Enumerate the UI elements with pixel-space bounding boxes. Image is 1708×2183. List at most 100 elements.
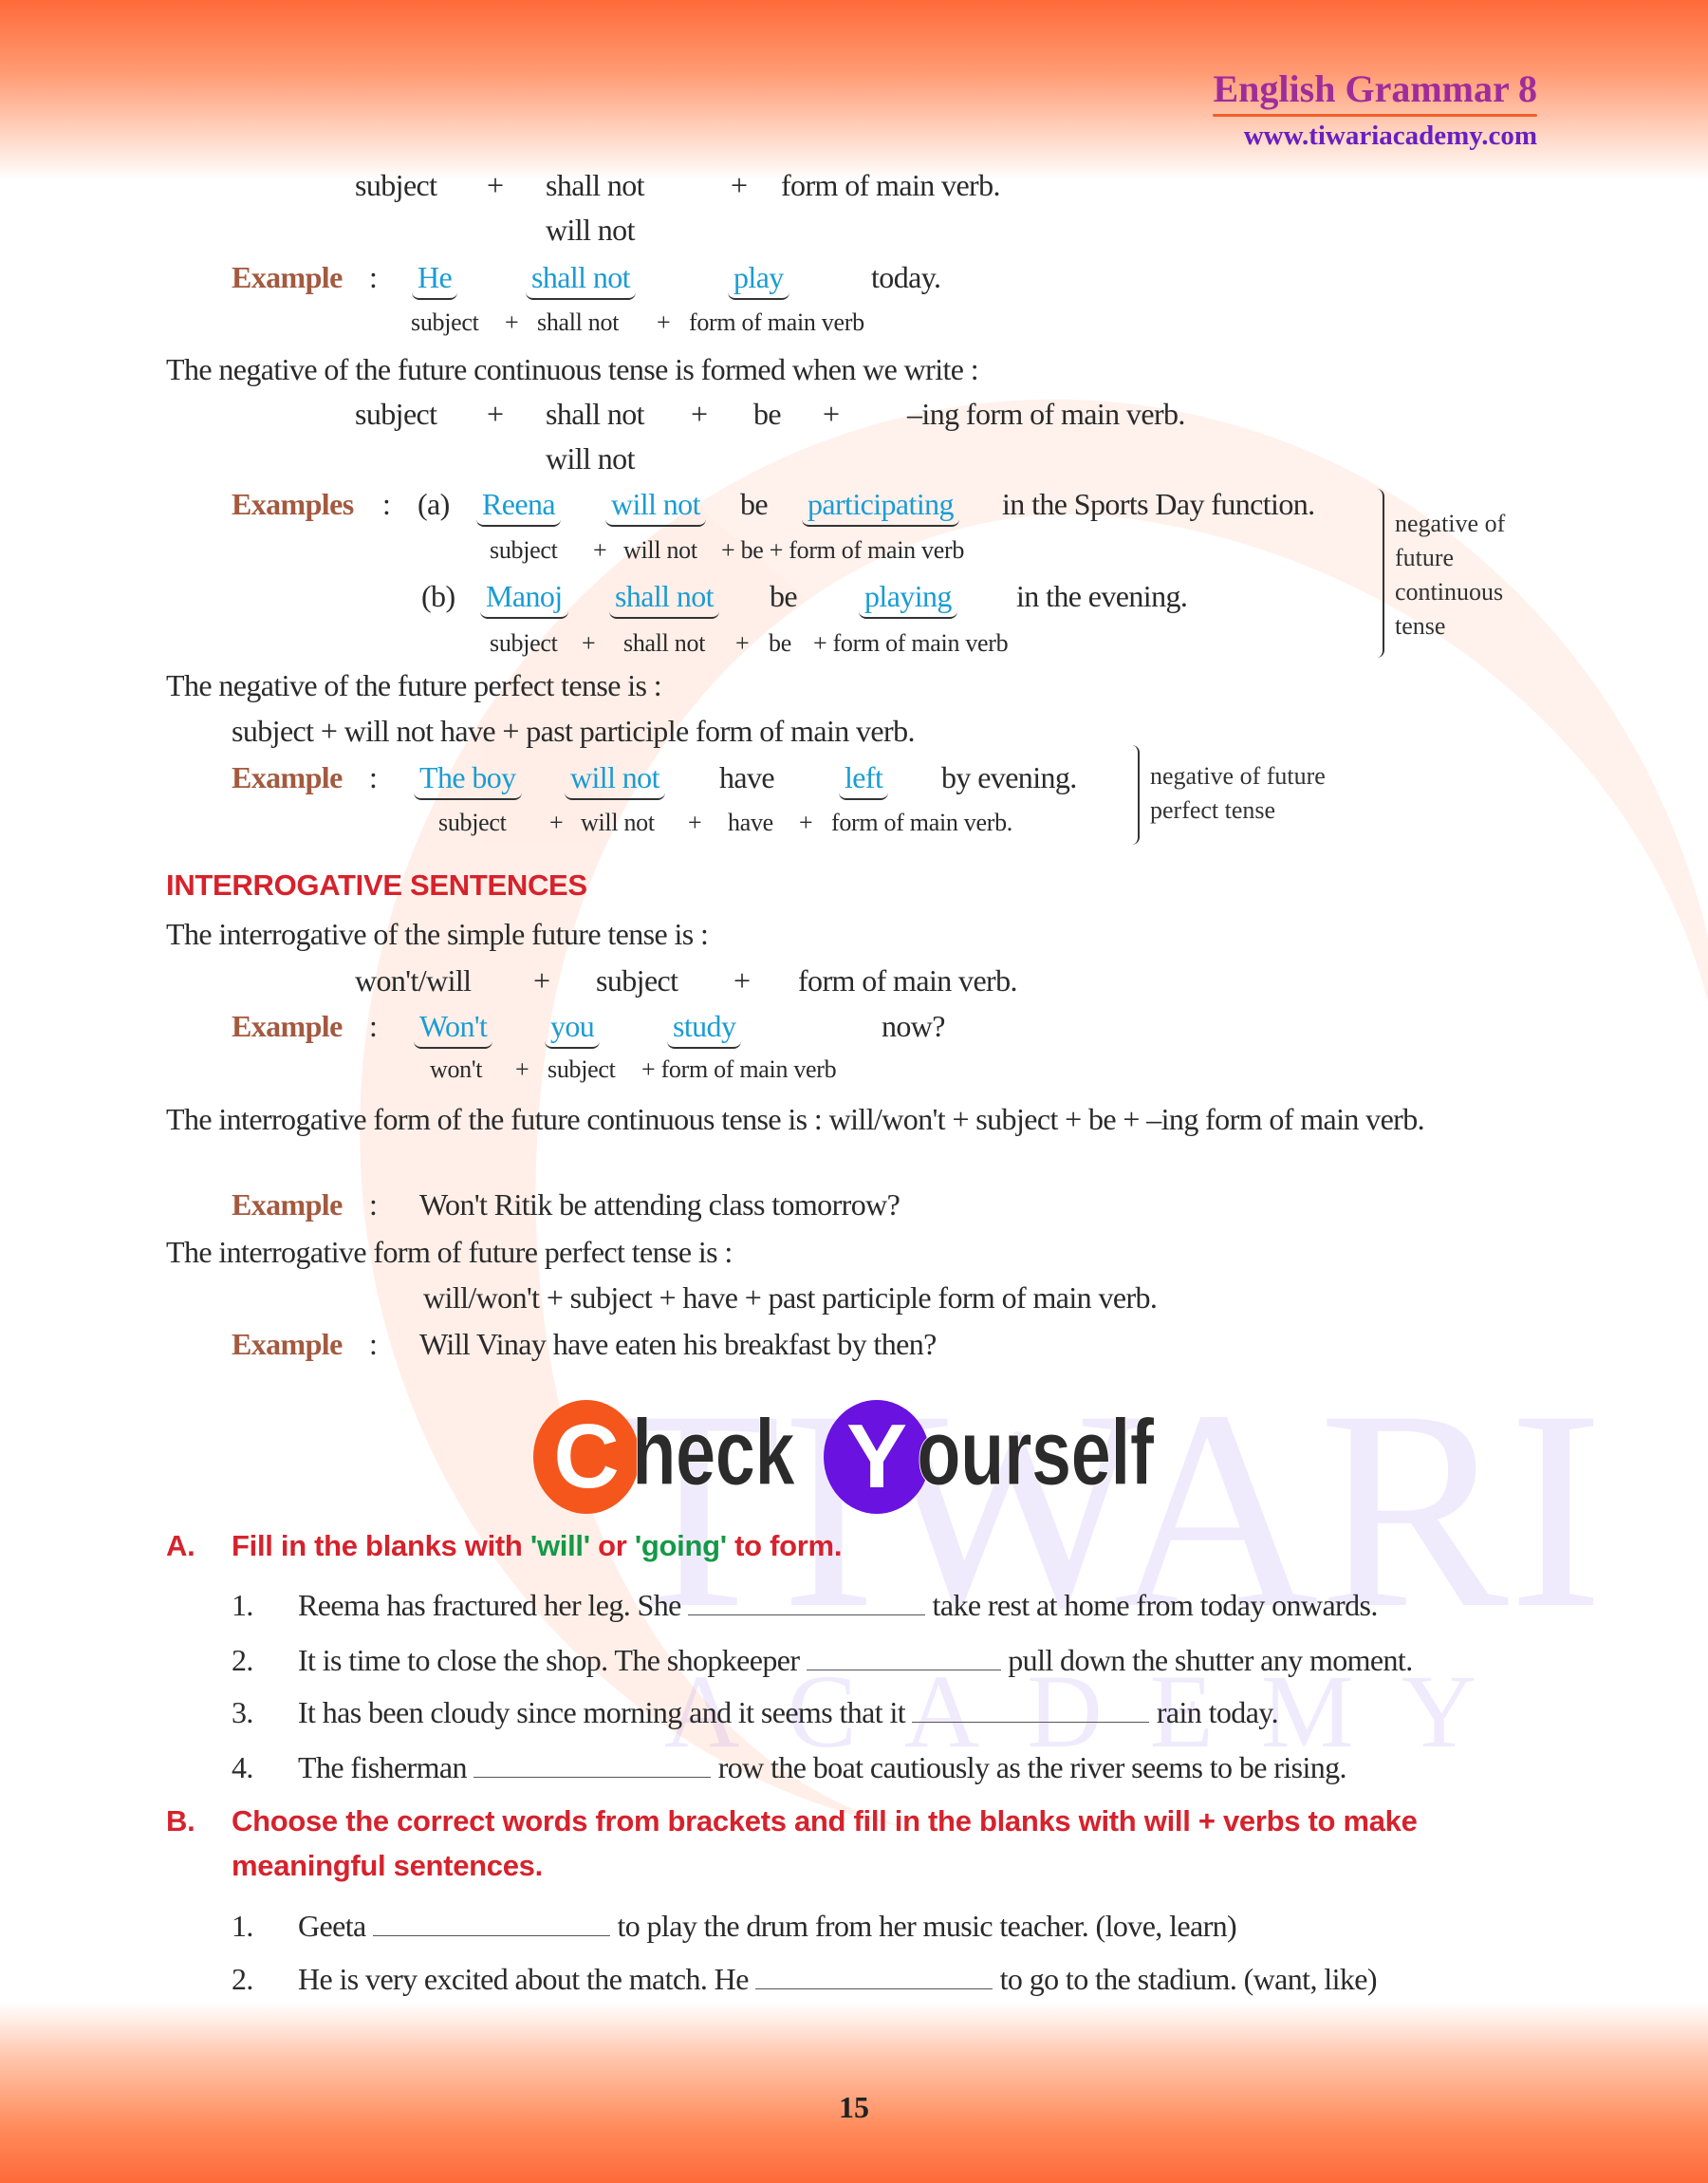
label: shall not	[537, 308, 620, 336]
label: + form of main verb	[813, 629, 1009, 657]
side-note: perfect tense	[1150, 796, 1276, 824]
colon: :	[369, 1327, 378, 1361]
label: have	[728, 809, 773, 836]
blank-input[interactable]	[373, 1911, 611, 1936]
section-heading: INTERROGATIVE SENTENCES	[166, 868, 587, 902]
blank-input[interactable]	[806, 1645, 1001, 1670]
example-word: will not	[565, 758, 665, 800]
c-circle: C	[533, 1400, 640, 1514]
example-word: you	[545, 1007, 601, 1049]
example-word: Manoj	[480, 577, 568, 619]
item-text: pull down the shutter any moment.	[1008, 1643, 1413, 1677]
example-word: left	[839, 758, 889, 800]
example-label: Example	[232, 1009, 343, 1043]
header-brand: English Grammar 8 www.tiwariacademy.com	[1213, 66, 1537, 152]
example-word: shall not	[526, 258, 636, 300]
question-item: 3. It has been cloudy since morning and i…	[232, 1693, 1279, 1731]
side-note: future	[1395, 544, 1455, 571]
plus: +	[505, 308, 519, 336]
question-item: 4. The fisherman row the boat cautiously …	[232, 1748, 1347, 1786]
plus: +	[691, 397, 708, 431]
label: subject	[490, 629, 558, 657]
blank-input[interactable]	[912, 1697, 1150, 1723]
item-number: 4.	[232, 1750, 253, 1784]
label: will not	[623, 536, 697, 564]
item-number: 2.	[232, 1962, 253, 1996]
formula-be: be	[753, 397, 782, 431]
plus: +	[688, 809, 702, 836]
site-url: www.tiwariacademy.com	[1243, 121, 1537, 151]
label: subject	[438, 809, 507, 836]
formula-ing: –ing form of main verb.	[907, 397, 1185, 431]
colon: :	[369, 260, 378, 294]
paragraph: The negative of the future continuous te…	[166, 352, 979, 386]
example-word: He	[412, 258, 458, 300]
item-text: Geeta	[298, 1909, 366, 1943]
example-word: The boy	[414, 758, 522, 800]
plus: +	[799, 809, 813, 836]
formula-subject: subject	[355, 397, 437, 431]
blank-input[interactable]	[688, 1590, 926, 1615]
plus: +	[533, 963, 550, 998]
blank-input[interactable]	[755, 1964, 993, 1989]
item-number: 2.	[232, 1643, 253, 1677]
example-label: Example	[232, 1187, 343, 1222]
example-word: in the Sports Day function.	[1002, 487, 1315, 521]
example-label: Example	[232, 1327, 343, 1361]
label: subject	[411, 308, 479, 336]
paragraph: The interrogative form of future perfect…	[166, 1235, 733, 1269]
formula-part: won't/will	[355, 963, 472, 998]
example-word: participating	[802, 485, 959, 527]
example-sentence: Will Vinay have eaten his breakfast by t…	[419, 1327, 937, 1361]
title-will: 'will'	[529, 1529, 590, 1562]
example-word: playing	[859, 577, 957, 619]
item-text: The fisherman	[298, 1750, 468, 1784]
brace	[1130, 745, 1140, 845]
colon: :	[369, 760, 378, 794]
title-part: Fill in the blanks with	[232, 1529, 530, 1562]
example-word: have	[719, 760, 775, 794]
paragraph: The negative of the future perfect tense…	[166, 668, 662, 702]
plus: +	[582, 629, 596, 657]
side-note: negative of future	[1150, 762, 1326, 790]
formula-shall-not: shall not	[546, 397, 645, 431]
formula: will/won't + subject + have + past parti…	[423, 1280, 1158, 1315]
label: will not	[581, 809, 655, 836]
example-word: today.	[871, 260, 941, 294]
example-label: Example	[232, 260, 343, 294]
label: form of main verb	[689, 308, 864, 336]
item-text: rain today.	[1156, 1695, 1279, 1729]
plus: +	[593, 536, 607, 564]
item-text: take rest at home from today onwards.	[932, 1588, 1379, 1622]
example-word: be	[740, 487, 769, 521]
title-part: to form.	[726, 1529, 843, 1562]
item-number: 3.	[232, 1695, 253, 1729]
colon: :	[369, 1187, 378, 1222]
paragraph: The interrogative of the simple future t…	[166, 917, 709, 951]
formula-part: form of main verb.	[798, 963, 1018, 998]
example-word: play	[728, 258, 789, 300]
blank-input[interactable]	[473, 1752, 712, 1778]
item-number: 1.	[232, 1588, 253, 1622]
title-underline	[1213, 114, 1537, 117]
section-title: Choose the correct words from brackets a…	[232, 1804, 1418, 1838]
title-going: 'going'	[634, 1529, 727, 1562]
banner-text: ourself	[917, 1400, 1155, 1505]
label: won't	[430, 1055, 483, 1083]
question-item: 1. Reema has fractured her leg. She take …	[232, 1586, 1378, 1624]
example-word: shall not	[609, 577, 719, 619]
examples-label: Examples	[232, 487, 354, 521]
marker: (b)	[421, 579, 455, 613]
plus: +	[487, 168, 504, 202]
side-note: negative of	[1395, 510, 1506, 537]
title-part: or	[589, 1529, 635, 1562]
formula-part: subject	[596, 963, 678, 998]
section-letter: A.	[166, 1529, 195, 1562]
label: form of main verb.	[831, 809, 1012, 836]
side-note: continuous	[1395, 578, 1504, 606]
section-title-cont: meaningful sentences.	[232, 1849, 543, 1882]
marker: (a)	[418, 487, 450, 521]
formula-will-not: will not	[546, 441, 635, 476]
item-text: It has been cloudy since morning and it …	[298, 1695, 906, 1729]
plus: +	[823, 397, 840, 431]
